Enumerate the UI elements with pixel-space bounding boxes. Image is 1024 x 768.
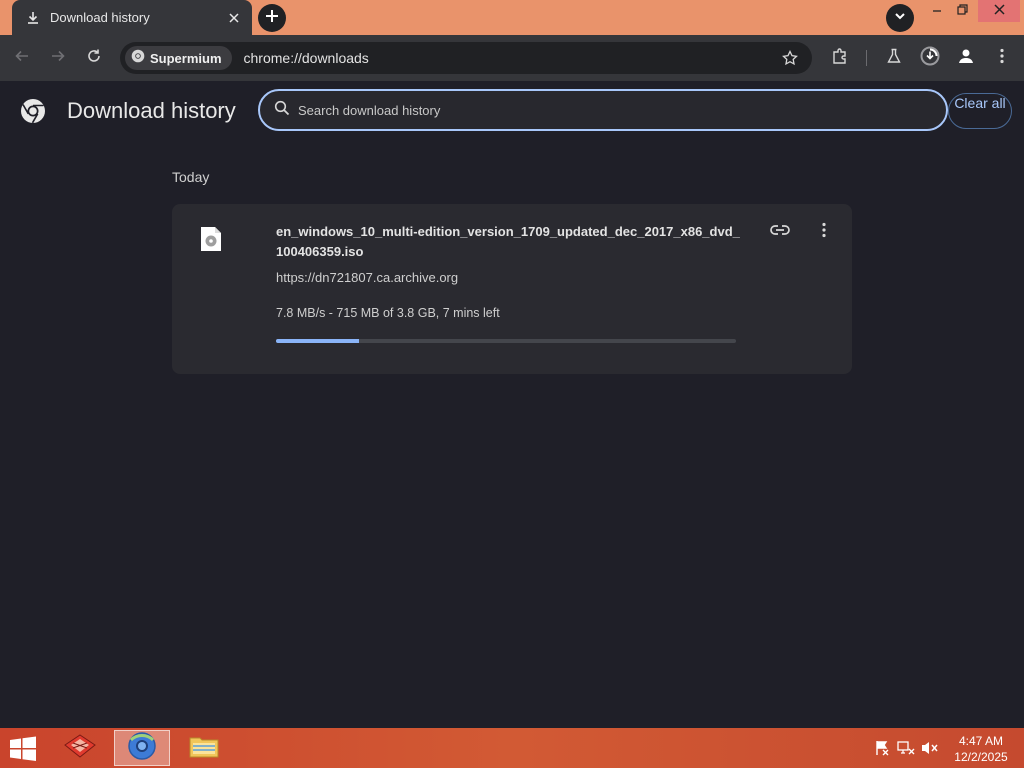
toolbar-separator — [866, 50, 867, 66]
taskbar-app-browser[interactable] — [114, 730, 170, 766]
windows-start-icon[interactable] — [8, 736, 38, 762]
clear-all-button[interactable]: Clear all — [948, 93, 1012, 129]
speaker-muted-icon[interactable] — [921, 740, 939, 756]
clock-date: 12/2/2025 — [954, 750, 1008, 764]
extensions-icon — [831, 47, 849, 70]
restore-button[interactable] — [950, 0, 974, 22]
tab-title: Download history — [50, 10, 150, 25]
taskbar: 4:47 AM 12/2/2025 — [0, 728, 1024, 768]
labs-icon — [886, 48, 902, 69]
plus-icon — [265, 9, 279, 28]
back-button[interactable] — [8, 44, 36, 72]
address-bar[interactable]: Supermium chrome://downloads — [120, 42, 812, 74]
close-icon — [993, 2, 1005, 20]
link-icon — [770, 223, 790, 241]
downloads-icon — [920, 46, 940, 71]
menu-icon — [999, 48, 1005, 69]
chrome-logo-icon — [20, 98, 46, 124]
download-source-url[interactable]: https://dn721807.ca.archive.org — [276, 270, 458, 285]
more-vert-icon — [821, 222, 827, 243]
back-icon — [14, 48, 30, 69]
forward-icon — [50, 48, 66, 69]
window-close-button[interactable] — [978, 0, 1020, 22]
date-group-label: Today — [172, 169, 210, 185]
labs-button[interactable] — [880, 44, 908, 72]
close-icon[interactable] — [226, 10, 242, 26]
search-input[interactable] — [298, 102, 946, 118]
extensions-button[interactable] — [826, 44, 854, 72]
title-bar: Download history — [0, 0, 1024, 35]
site-chip-label: Supermium — [150, 50, 222, 66]
system-clock[interactable]: 4:47 AM 12/2/2025 — [948, 733, 1014, 765]
clear-all-label: Clear all — [954, 95, 1006, 111]
download-progress-bar — [276, 339, 736, 343]
url-text[interactable]: chrome://downloads — [244, 50, 778, 66]
browser-app-icon — [127, 731, 157, 766]
page-title: Download history — [67, 98, 236, 123]
more-actions-button[interactable] — [812, 220, 836, 244]
clock-time: 4:47 AM — [958, 734, 1004, 748]
download-status: 7.8 MB/s - 715 MB of 3.8 GB, 7 mins left — [276, 306, 500, 320]
minimize-button[interactable] — [925, 0, 949, 22]
reload-icon — [86, 48, 102, 69]
download-icon — [26, 11, 40, 25]
new-tab-button[interactable] — [258, 4, 286, 32]
browser-toolbar: Supermium chrome://downloads — [0, 35, 1024, 81]
search-box[interactable] — [258, 89, 948, 131]
minimize-icon — [932, 2, 942, 20]
downloads-button[interactable] — [916, 44, 944, 72]
forward-button[interactable] — [44, 44, 72, 72]
copy-link-button[interactable] — [768, 220, 792, 244]
star-icon[interactable] — [778, 46, 802, 70]
chevron-down-icon — [894, 9, 906, 27]
site-info-chip[interactable]: Supermium — [125, 46, 232, 70]
search-icon — [274, 100, 290, 121]
app-icon — [63, 733, 97, 764]
taskbar-app-1[interactable] — [52, 730, 108, 766]
restore-icon — [956, 2, 968, 20]
tab-search-button[interactable] — [886, 4, 914, 32]
tab-download-history[interactable]: Download history — [12, 0, 252, 35]
downloads-header: Download history Clear all — [0, 81, 1024, 139]
flag-icon[interactable] — [873, 740, 891, 756]
profile-button[interactable] — [952, 44, 980, 72]
taskbar-app-explorer[interactable] — [176, 730, 232, 766]
download-progress-fill — [276, 339, 359, 343]
chrome-logo-icon — [131, 49, 145, 68]
download-file-name[interactable]: en_windows_10_multi-edition_version_1709… — [276, 222, 742, 262]
network-icon[interactable] — [897, 740, 915, 756]
profile-icon — [957, 47, 975, 70]
menu-button[interactable] — [988, 44, 1016, 72]
download-item: en_windows_10_multi-edition_version_1709… — [172, 204, 852, 374]
reload-button[interactable] — [80, 44, 108, 72]
file-icon — [200, 226, 222, 252]
folder-icon — [188, 733, 220, 764]
